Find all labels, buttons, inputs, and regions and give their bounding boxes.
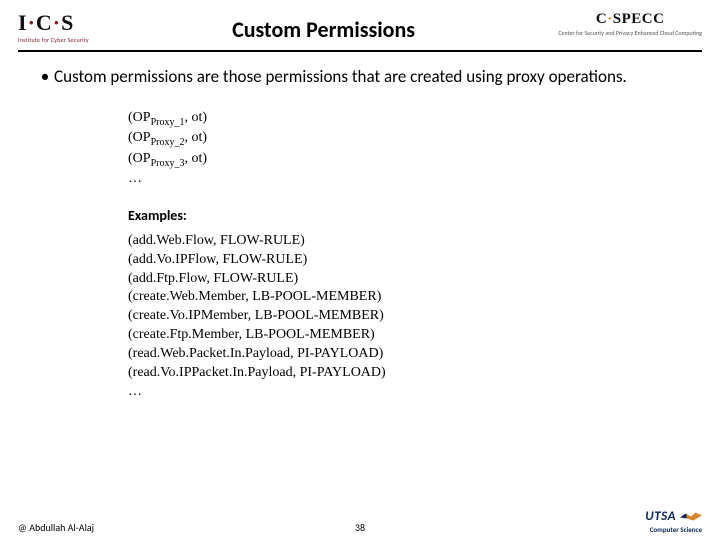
utsa-mark: UTSA [645,509,702,524]
example-line: (create.Vo.IPMember, LB-POOL-MEMBER) [128,307,458,326]
example-line: (add.Vo.IPFlow, FLOW-RULE) [128,251,458,270]
proxy-line: (OPProxy_1, ot) [128,109,684,129]
example-line: (add.Ftp.Flow, FLOW-RULE) [128,270,458,289]
ics-mark: I·C·S [18,12,74,34]
utsa-logo: UTSA Computer Science [645,509,702,534]
proxy-line: (OPProxy_3, ot) [128,150,684,170]
page-number: 38 [355,521,365,534]
copyright: @ Abdullah Al-Alaj [18,521,94,534]
slide-header: I·C·S Institute for Cyber Security Custo… [0,0,720,44]
roadrunner-icon [680,512,702,522]
example-line: (add.Web.Flow, FLOW-RULE) [128,232,458,251]
example-line: (read.Vo.IPPacket.In.Payload, PI-PAYLOAD… [128,364,458,383]
bullet-marker: • [36,66,54,89]
proxy-ellipsis: … [128,170,684,189]
example-line: (create.Ftp.Member, LB-POOL-MEMBER) [128,326,458,345]
example-line: (create.Web.Member, LB-POOL-MEMBER) [128,288,458,307]
proxy-line: (OPProxy_2, ot) [128,129,684,149]
proxy-list: (OPProxy_1, ot) (OPProxy_2, ot) (OPProxy… [128,109,684,189]
example-line: (read.Web.Packet.In.Payload, PI-PAYLOAD) [128,345,458,364]
slide-body: • Custom permissions are those permissio… [0,52,720,402]
example-ellipsis: … [128,383,458,402]
slide-title: Custom Permissions [89,16,559,43]
bullet-text: Custom permissions are those permissions… [54,66,627,89]
ics-subtext: Institute for Cyber Security [18,36,89,44]
ics-logo: I·C·S Institute for Cyber Security [18,12,89,44]
cspecc-logo: C·SPECC Center for Security and Privacy … [558,12,702,37]
examples-list: (add.Web.Flow, FLOW-RULE) (add.Vo.IPFlow… [128,232,458,402]
cspecc-subtext: Center for Security and Privacy Enhanced… [558,29,702,37]
examples-heading: Examples: [128,207,684,224]
utsa-subtext: Computer Science [650,525,702,534]
cspecc-mark: C·SPECC [596,12,665,27]
bullet-item: • Custom permissions are those permissio… [36,66,684,89]
